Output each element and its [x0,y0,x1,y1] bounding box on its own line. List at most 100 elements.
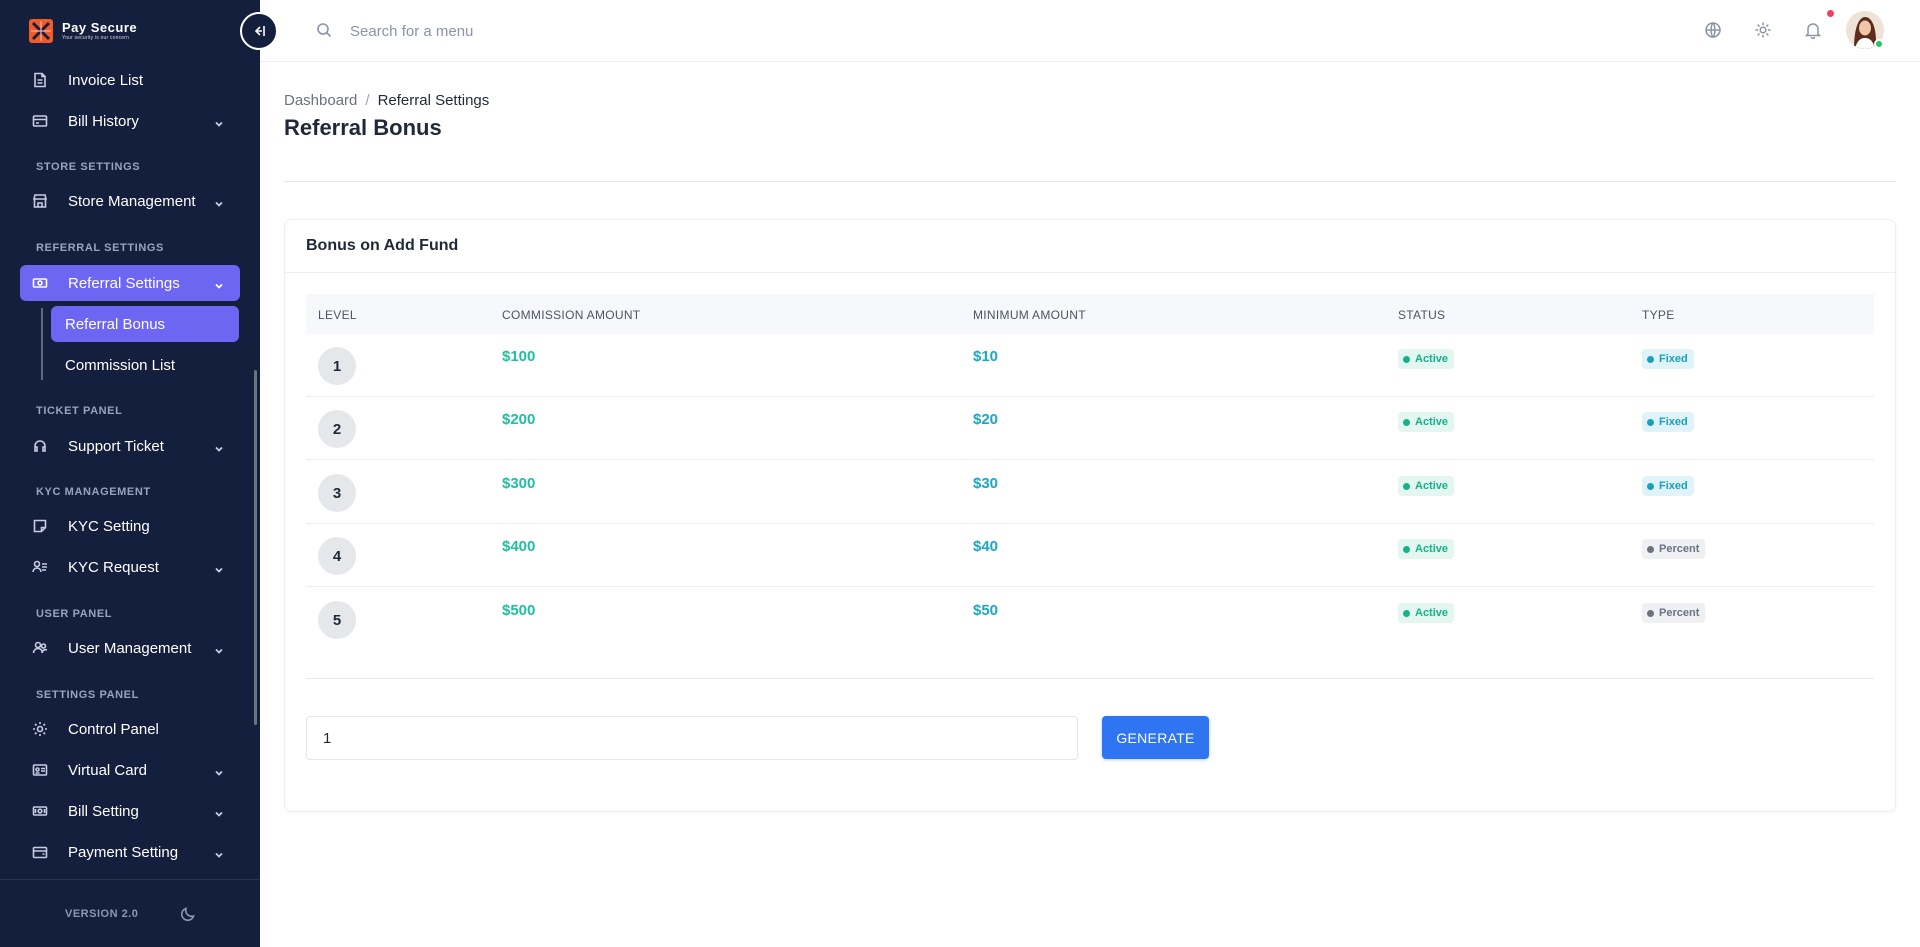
type-badge: Fixed [1642,412,1694,432]
globe-icon[interactable] [1704,21,1722,39]
minimum-amount: $50 [973,602,999,619]
sidebar-item-label: User Management [68,639,192,657]
table-row: 4 $400 $40 Active Percent [306,524,1874,587]
minimum-amount: $40 [973,538,999,555]
chevron-down-icon [214,847,224,858]
breadcrumb-separator: / [365,92,370,109]
section-label-settings: SETTINGS PANEL [36,689,139,701]
section-label-kyc: KYC MANAGEMENT [36,486,151,498]
table-row: 3 $300 $30 Active Fixed [306,461,1874,524]
column-header-commission: COMMISSION AMOUNT [502,308,641,322]
receipt-icon [32,113,48,129]
chevron-down-icon [214,562,224,573]
table-header: LEVEL COMMISSION AMOUNT MINIMUM AMOUNT S… [306,294,1874,334]
settings-icon[interactable] [1754,21,1772,39]
brand-logo[interactable]: Pay Secure Your security is our concern [28,18,137,44]
sidebar-item-label: Referral Settings [68,274,180,292]
sidebar-nav: Invoice List Bill History STORE SETTINGS… [0,62,252,874]
type-badge: Percent [1642,603,1706,623]
minimum-amount: $30 [973,475,999,492]
sidebar-item-label: KYC Request [68,558,159,576]
type-badge: Percent [1642,539,1706,559]
sidebar-item-label: Support Ticket [68,437,164,455]
sidebar-item-control-panel[interactable]: Control Panel [20,711,240,747]
sidebar-item-bill-setting[interactable]: Bill Setting [20,793,240,829]
bell-icon[interactable] [1804,21,1822,40]
version-label: VERSION 2.0 [65,908,139,920]
breadcrumb: Dashboard / Referral Settings [284,92,489,109]
chevron-down-icon [214,441,224,452]
chevron-down-icon [214,643,224,654]
sidebar-item-label: Control Panel [68,720,159,738]
chevron-down-icon [214,806,224,817]
level-badge: 3 [318,474,356,512]
gear-icon [32,721,48,737]
chevron-down-icon [214,765,224,776]
commission-amount: $100 [502,348,536,365]
store-icon [32,193,48,209]
sidebar-subitem-commission-list[interactable]: Commission List [51,347,239,383]
sidebar-item-kyc-setting[interactable]: KYC Setting [20,508,240,544]
sidebar-collapse-button[interactable] [240,12,278,50]
sidebar-item-bill-history[interactable]: Bill History [20,103,240,139]
commission-amount: $500 [502,602,536,619]
online-status-dot [1874,39,1884,49]
commission-amount: $400 [502,538,536,555]
sidebar-item-store-management[interactable]: Store Management [20,183,240,219]
table-row: 1 $100 $10 Active Fixed [306,334,1874,397]
sidebar-item-label: KYC Setting [68,517,150,535]
search-icon [316,22,332,38]
sidebar-item-label: Invoice List [68,71,144,89]
users-icon [32,640,48,656]
brand-tagline: Your security is our concern [62,35,130,41]
sidebar: Pay Secure Your security is our concern … [0,0,260,947]
column-header-type: TYPE [1642,308,1675,322]
sidebar-item-label: Store Management [68,192,196,210]
column-header-status: STATUS [1398,308,1446,322]
level-badge: 2 [318,410,356,448]
moon-icon[interactable] [180,906,196,922]
sidebar-item-invoice-list[interactable]: Invoice List [20,62,240,98]
logo-icon [29,19,53,43]
sidebar-item-referral-settings[interactable]: Referral Settings [20,265,240,301]
sidebar-item-label: Bill Setting [68,802,139,820]
sidebar-scrollbar[interactable] [254,370,257,725]
sidebar-item-user-management[interactable]: User Management [20,630,240,666]
page-title: Referral Bonus [284,115,442,140]
sidebar-item-label: Virtual Card [68,761,147,779]
sidebar-item-label: Bill History [68,112,139,130]
column-header-level: LEVEL [318,308,357,322]
table-row: 5 $500 $50 Active Percent [306,588,1874,651]
section-label-ticket: TICKET PANEL [36,405,123,417]
status-badge: Active [1398,603,1455,623]
top-header [260,0,1920,62]
level-badge: 4 [318,537,356,575]
card-title: Bonus on Add Fund [306,237,459,254]
page-divider [284,181,1896,182]
section-label-referral: REFERRAL SETTINGS [36,242,164,254]
sidebar-item-support-ticket[interactable]: Support Ticket [20,428,240,464]
level-count-input[interactable] [306,716,1078,760]
breadcrumb-dashboard[interactable]: Dashboard [284,92,357,109]
sidebar-subitem-referral-bonus[interactable]: Referral Bonus [51,306,239,342]
generate-button[interactable]: GENERATE [1102,716,1209,759]
notification-dot [1827,10,1834,17]
sidebar-item-kyc-request[interactable]: KYC Request [20,549,240,585]
commission-amount: $200 [502,411,536,428]
id-card-icon [32,762,48,778]
collapse-arrow-icon [254,26,265,36]
section-label-user: USER PANEL [36,608,113,620]
chevron-down-icon [214,116,224,127]
banknote-icon [32,803,48,819]
type-badge: Fixed [1642,476,1694,496]
commission-amount: $300 [502,475,536,492]
headset-icon [32,438,48,454]
search-input[interactable] [350,16,750,46]
sticky-note-icon [32,518,48,534]
type-badge: Fixed [1642,349,1694,369]
level-badge: 1 [318,347,356,385]
status-badge: Active [1398,349,1455,369]
user-list-icon [32,559,48,575]
sidebar-item-payment-setting[interactable]: Payment Setting [20,834,240,870]
sidebar-item-virtual-card[interactable]: Virtual Card [20,752,240,788]
